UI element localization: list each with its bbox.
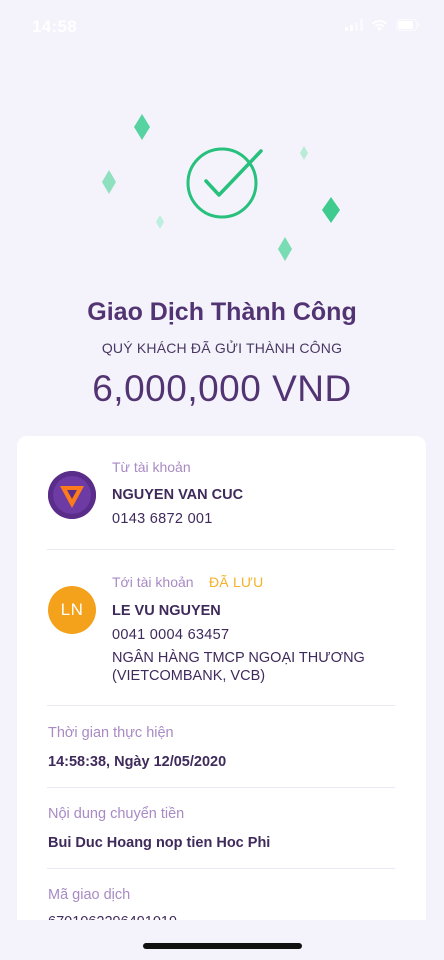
from-account-label: Từ tài khoản xyxy=(112,459,191,475)
divider xyxy=(47,705,395,706)
to-account-number: 0041 0004 63457 xyxy=(112,627,230,643)
signal-icon xyxy=(345,19,363,31)
transaction-id-value: 6701062296491019 xyxy=(48,914,177,920)
transaction-id-label: Mã giao dịch xyxy=(48,887,131,903)
check-circle-icon xyxy=(186,147,263,219)
to-account-label: Tới tài khoản xyxy=(112,574,194,590)
sparkle-icon xyxy=(322,197,340,223)
bank-logo-icon xyxy=(48,471,96,519)
sparkle-icon xyxy=(156,215,164,229)
sparkle-icon xyxy=(300,146,308,160)
success-illustration xyxy=(102,114,340,261)
from-account-name: NGUYEN VAN CUC xyxy=(112,487,244,503)
wifi-icon xyxy=(372,20,387,31)
divider xyxy=(47,549,395,550)
transfer-amount: 6,000,000 VND xyxy=(92,368,352,409)
divider xyxy=(47,787,395,788)
recipient-initials: LN xyxy=(60,600,84,619)
recipient-avatar: LN xyxy=(48,586,96,634)
sparkle-icon xyxy=(102,170,116,194)
status-time: 14:58 xyxy=(32,17,77,36)
transfer-content-value: Bui Duc Hoang nop tien Hoc Phi xyxy=(48,835,271,851)
saved-badge: ĐÃ LƯU xyxy=(209,574,264,590)
success-subtitle: QUÝ KHÁCH ĐÃ GỬI THÀNH CÔNG xyxy=(101,340,343,356)
home-indicator[interactable] xyxy=(143,943,302,949)
status-icons xyxy=(345,19,420,31)
to-account-name: LE VU NGUYEN xyxy=(112,603,221,619)
bank-name-line-1: NGÂN HÀNG TMCP NGOẠI THƯƠNG xyxy=(112,650,365,666)
from-account-number: 0143 6872 001 xyxy=(112,511,213,527)
transaction-details-card: Từ tài khoản NGUYEN VAN CUC 0143 6872 00… xyxy=(17,436,426,920)
sparkle-icon xyxy=(278,237,292,261)
status-bar: 14:58 xyxy=(0,0,444,54)
execution-time-label: Thời gian thực hiện xyxy=(48,725,174,741)
sparkle-icon xyxy=(134,114,150,140)
battery-icon xyxy=(396,19,420,31)
divider xyxy=(47,868,395,869)
bank-name-line-2: (VIETCOMBANK, VCB) xyxy=(112,668,266,684)
page-title: Giao Dịch Thành Công xyxy=(87,298,357,326)
transfer-content-label: Nội dung chuyển tiền xyxy=(48,806,185,822)
bank-logo-avatar xyxy=(48,471,96,519)
execution-time-value: 14:58:38, Ngày 12/05/2020 xyxy=(48,754,227,770)
